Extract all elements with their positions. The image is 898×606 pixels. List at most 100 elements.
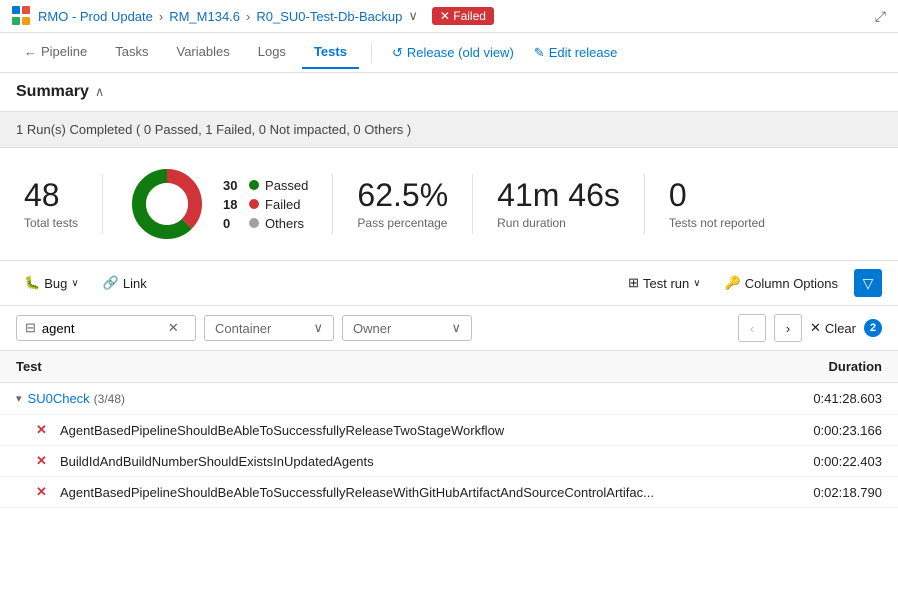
failed-label: Failed	[265, 197, 300, 212]
pass-percentage-label: Pass percentage	[357, 216, 447, 230]
test-status-0: ✕	[36, 422, 52, 438]
stat-divider-2	[332, 174, 333, 234]
breadcrumb: RMO - Prod Update › RM_M134.6 › R0_SU0-T…	[38, 8, 418, 24]
toolbar: 🐛 Bug ∨ 🔗 Link ⊞ Test run ∨ 🔑 Column Opt…	[0, 261, 898, 306]
test-row-0[interactable]: ✕ AgentBasedPipelineShouldBeAbleToSucces…	[0, 415, 898, 446]
stats-row: 48 Total tests 30 Passed 18 Failed	[0, 148, 898, 261]
tab-pipeline[interactable]: ← Pipeline	[12, 36, 99, 69]
stat-divider-1	[102, 174, 103, 234]
bug-button[interactable]: 🐛 Bug ∨	[16, 271, 87, 295]
filter-button[interactable]: ▽	[854, 269, 882, 297]
duration-column-header: Duration	[782, 359, 882, 374]
owner-chevron: ∨	[451, 320, 461, 336]
not-reported-label: Tests not reported	[669, 216, 765, 230]
search-input-wrap: ⊟ ✕	[16, 315, 196, 341]
container-label: Container	[215, 321, 271, 336]
tab-variables[interactable]: Variables	[165, 36, 242, 69]
clear-icon: ✕	[810, 320, 821, 336]
test-run-chevron[interactable]: ∨	[693, 278, 700, 289]
test-column-header: Test	[16, 359, 782, 374]
not-reported-stat: 0 Tests not reported	[669, 178, 765, 229]
pass-percentage-stat: 62.5% Pass percentage	[357, 178, 448, 229]
link-icon: 🔗	[103, 275, 119, 291]
release-old-view-link[interactable]: ↺ Release (old view)	[384, 41, 522, 65]
run-duration-number: 41m 46s	[497, 178, 620, 213]
column-options-button[interactable]: 🔑 Column Options	[717, 271, 846, 295]
top-bar: RMO - Prod Update › RM_M134.6 › R0_SU0-T…	[0, 0, 898, 33]
donut-chart	[127, 164, 207, 244]
back-arrow-icon: ←	[24, 44, 37, 59]
breadcrumb-item-3[interactable]: R0_SU0-Test-Db-Backup	[256, 9, 402, 24]
test-name-2: AgentBasedPipelineShouldBeAbleToSuccessf…	[60, 485, 782, 500]
passed-count: 30	[223, 178, 243, 193]
breadcrumb-dropdown-chevron[interactable]: ∨	[408, 8, 418, 24]
test-duration-0: 0:00:23.166	[782, 423, 882, 438]
total-tests-stat: 48 Total tests	[24, 178, 78, 229]
column-options-icon: 🔑	[725, 275, 741, 291]
donut-legend: 30 Passed 18 Failed 0 Others	[223, 178, 308, 231]
others-count: 0	[223, 216, 243, 231]
fail-icon-0: ✕	[36, 422, 47, 438]
total-tests-label: Total tests	[24, 216, 78, 230]
others-label: Others	[265, 216, 304, 231]
test-status-2: ✕	[36, 484, 52, 500]
owner-label: Owner	[353, 321, 391, 336]
filter-icon: ▽	[863, 275, 874, 292]
container-dropdown[interactable]: Container ∨	[204, 315, 334, 341]
group-duration-0: 0:41:28.603	[813, 391, 882, 406]
test-row-1[interactable]: ✕ BuildIdAndBuildNumberShouldExistsInUpd…	[0, 446, 898, 477]
test-run-button[interactable]: ⊞ Test run ∨	[620, 271, 708, 295]
group-count-0: (3/48)	[94, 392, 125, 406]
fail-icon-2: ✕	[36, 484, 47, 500]
clear-search-icon[interactable]: ✕	[168, 320, 179, 336]
table-header: Test Duration	[0, 351, 898, 383]
prev-page-button[interactable]: ‹	[738, 314, 766, 342]
table-body: ▾ SU0Check (3/48) 0:41:28.603 ✕ AgentBas…	[0, 383, 898, 508]
link-button[interactable]: 🔗 Link	[95, 271, 155, 295]
group-name-0: SU0Check	[28, 391, 90, 406]
test-row-2[interactable]: ✕ AgentBasedPipelineShouldBeAbleToSucces…	[0, 477, 898, 508]
legend-failed: 18 Failed	[223, 197, 308, 212]
edit-release-icon: ✎	[534, 45, 545, 61]
test-name-1: BuildIdAndBuildNumberShouldExistsInUpdat…	[60, 454, 782, 469]
summary-title: Summary	[16, 83, 89, 101]
next-page-button[interactable]: ›	[774, 314, 802, 342]
breadcrumb-sep-1: ›	[159, 9, 163, 24]
filter-count-badge: 2	[864, 319, 882, 337]
clear-filters-button[interactable]: ✕ Clear	[810, 320, 856, 336]
tab-tests[interactable]: Tests	[302, 36, 359, 69]
group-row-0[interactable]: ▾ SU0Check (3/48) 0:41:28.603	[0, 383, 898, 415]
failed-count: 18	[223, 197, 243, 212]
others-dot	[249, 218, 259, 228]
legend-passed: 30 Passed	[223, 178, 308, 193]
breadcrumb-item-2[interactable]: RM_M134.6	[169, 9, 240, 24]
container-chevron: ∨	[313, 320, 323, 336]
test-run-icon: ⊞	[628, 275, 639, 291]
expand-icon[interactable]: ⤢	[875, 8, 886, 25]
bug-dropdown-chevron[interactable]: ∨	[71, 278, 78, 289]
legend-others: 0 Others	[223, 216, 308, 231]
test-name-0: AgentBasedPipelineShouldBeAbleToSuccessf…	[60, 423, 782, 438]
passed-dot	[249, 180, 259, 190]
summary-header: Summary ∧	[0, 73, 898, 112]
nav-tabs: ← Pipeline Tasks Variables Logs Tests ↺ …	[0, 33, 898, 73]
donut-chart-container: 30 Passed 18 Failed 0 Others	[127, 164, 308, 244]
owner-dropdown[interactable]: Owner ∨	[342, 315, 472, 341]
failed-dot	[249, 199, 259, 209]
fail-icon-1: ✕	[36, 453, 47, 469]
tab-logs[interactable]: Logs	[246, 36, 298, 69]
search-filter-icon: ⊟	[25, 320, 36, 336]
breadcrumb-item-1[interactable]: RMO - Prod Update	[38, 9, 153, 24]
app-icon	[12, 6, 32, 26]
release-view-icon: ↺	[392, 45, 403, 61]
status-badge: ✕ Failed	[432, 7, 494, 25]
total-tests-number: 48	[24, 178, 60, 213]
search-input[interactable]	[42, 321, 162, 336]
test-duration-2: 0:02:18.790	[782, 485, 882, 500]
not-reported-number: 0	[669, 178, 687, 213]
tab-tasks[interactable]: Tasks	[103, 36, 160, 69]
group-chevron-0: ▾	[16, 392, 22, 405]
edit-release-link[interactable]: ✎ Edit release	[526, 41, 626, 65]
summary-chevron[interactable]: ∧	[95, 84, 105, 100]
test-duration-1: 0:00:22.403	[782, 454, 882, 469]
